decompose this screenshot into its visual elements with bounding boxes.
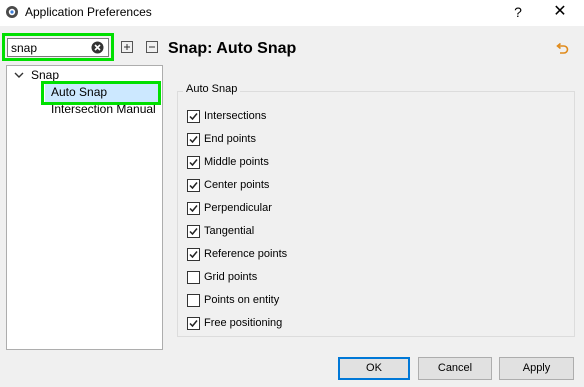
- clear-search-icon[interactable]: [91, 41, 104, 54]
- checkbox-option[interactable]: Grid points: [187, 269, 257, 285]
- app-icon: [6, 6, 18, 18]
- checkbox-label: Middle points: [204, 156, 269, 168]
- chevron-down-icon[interactable]: [14, 71, 24, 79]
- close-button[interactable]: ✕: [548, 2, 572, 22]
- checkmark-icon: [189, 227, 198, 235]
- checkbox-label: Grid points: [204, 271, 258, 283]
- checkmark-icon: [189, 204, 198, 212]
- checkbox-option[interactable]: Middle points: [187, 154, 269, 170]
- checkbox-label: Points on entity: [204, 294, 280, 306]
- checkbox[interactable]: [187, 201, 200, 215]
- checkbox-option[interactable]: Intersections: [187, 108, 266, 124]
- checkbox[interactable]: [187, 270, 200, 284]
- apply-button[interactable]: Apply: [499, 357, 574, 380]
- checkmark-icon: [189, 112, 198, 120]
- checkbox-option[interactable]: Center points: [187, 177, 269, 193]
- checkbox-label: Intersections: [204, 110, 267, 122]
- checkbox[interactable]: [187, 132, 200, 146]
- checkmark-icon: [189, 158, 198, 166]
- checkmark-icon: [189, 250, 198, 258]
- checkbox-option[interactable]: Tangential: [187, 223, 254, 239]
- page-title: Snap: Auto Snap: [168, 40, 297, 57]
- checkbox-label: Center points: [204, 179, 270, 191]
- checkmark-icon: [189, 181, 198, 189]
- restore-defaults-icon[interactable]: [555, 42, 569, 56]
- checkbox[interactable]: [187, 293, 200, 307]
- collapse-all-icon[interactable]: [146, 41, 158, 53]
- checkbox-label: End points: [204, 133, 256, 145]
- checkbox-label: Perpendicular: [204, 202, 272, 214]
- settings-tree: Snap Auto Snap Intersection Manual: [6, 65, 163, 350]
- checkbox[interactable]: [187, 316, 200, 330]
- checkmark-icon: [189, 319, 198, 327]
- checkbox[interactable]: [187, 247, 200, 261]
- checkbox[interactable]: [187, 109, 200, 123]
- checkbox-option[interactable]: Perpendicular: [187, 200, 272, 216]
- tree-highlight-box: [41, 81, 161, 105]
- checkbox[interactable]: [187, 224, 200, 238]
- checkbox-option[interactable]: Points on entity: [187, 292, 279, 308]
- checkmark-icon: [189, 135, 198, 143]
- checkbox-option[interactable]: End points: [187, 131, 256, 147]
- checkbox-label: Reference points: [204, 248, 288, 260]
- cancel-button[interactable]: Cancel: [418, 357, 492, 380]
- checkbox-label: Free positioning: [204, 317, 283, 329]
- checkbox[interactable]: [187, 155, 200, 169]
- ok-button[interactable]: OK: [338, 357, 410, 380]
- expand-all-icon[interactable]: [121, 41, 133, 53]
- window-title: Application Preferences: [25, 5, 152, 19]
- group-title: Auto Snap: [183, 83, 241, 95]
- checkbox-label: Tangential: [204, 225, 255, 237]
- checkbox[interactable]: [187, 178, 200, 192]
- checkbox-option[interactable]: Reference points: [187, 246, 287, 262]
- title-bar: Application Preferences ? ✕: [0, 0, 584, 26]
- checkbox-option[interactable]: Free positioning: [187, 315, 282, 331]
- help-button[interactable]: ?: [509, 2, 527, 22]
